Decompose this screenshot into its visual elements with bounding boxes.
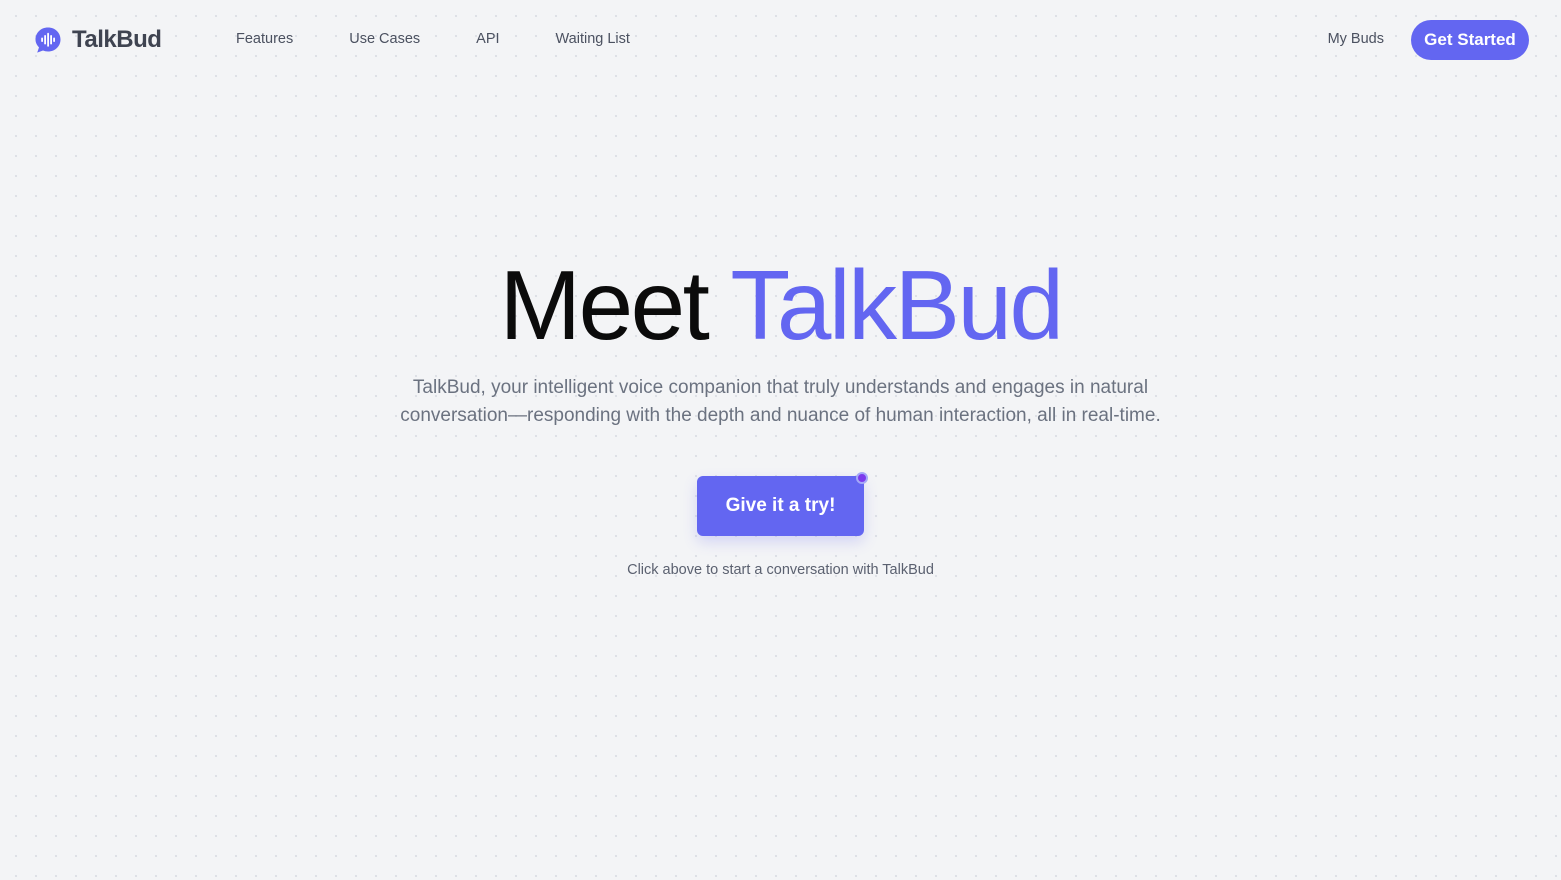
hero-title-brand: TalkBud	[730, 250, 1064, 360]
hero-hint-text: Click above to start a conversation with…	[627, 562, 934, 578]
get-started-button[interactable]: Get Started	[1411, 20, 1529, 60]
nav-link-waiting-list[interactable]: Waiting List	[556, 31, 630, 47]
my-buds-link[interactable]: My Buds	[1328, 31, 1384, 47]
nav-link-api[interactable]: API	[476, 31, 499, 47]
nav-link-use-cases[interactable]: Use Cases	[349, 31, 420, 47]
brand-name: TalkBud	[72, 26, 162, 53]
main-nav: Features Use Cases API Waiting List	[236, 31, 686, 47]
give-it-a-try-button[interactable]: Give it a try!	[697, 476, 864, 536]
hero-title-prefix: Meet	[499, 250, 710, 360]
hero-description: TalkBud, your intelligent voice companio…	[400, 377, 1161, 426]
brand-logo[interactable]: TalkBud	[34, 26, 162, 54]
nav-link-features[interactable]: Features	[236, 31, 293, 47]
pulse-indicator-dot	[856, 472, 868, 484]
hero-title: Meet TalkBud	[0, 250, 1561, 360]
top-navbar: TalkBud Features Use Cases API Waiting L…	[0, 0, 1561, 82]
voice-bubble-icon	[35, 27, 61, 53]
